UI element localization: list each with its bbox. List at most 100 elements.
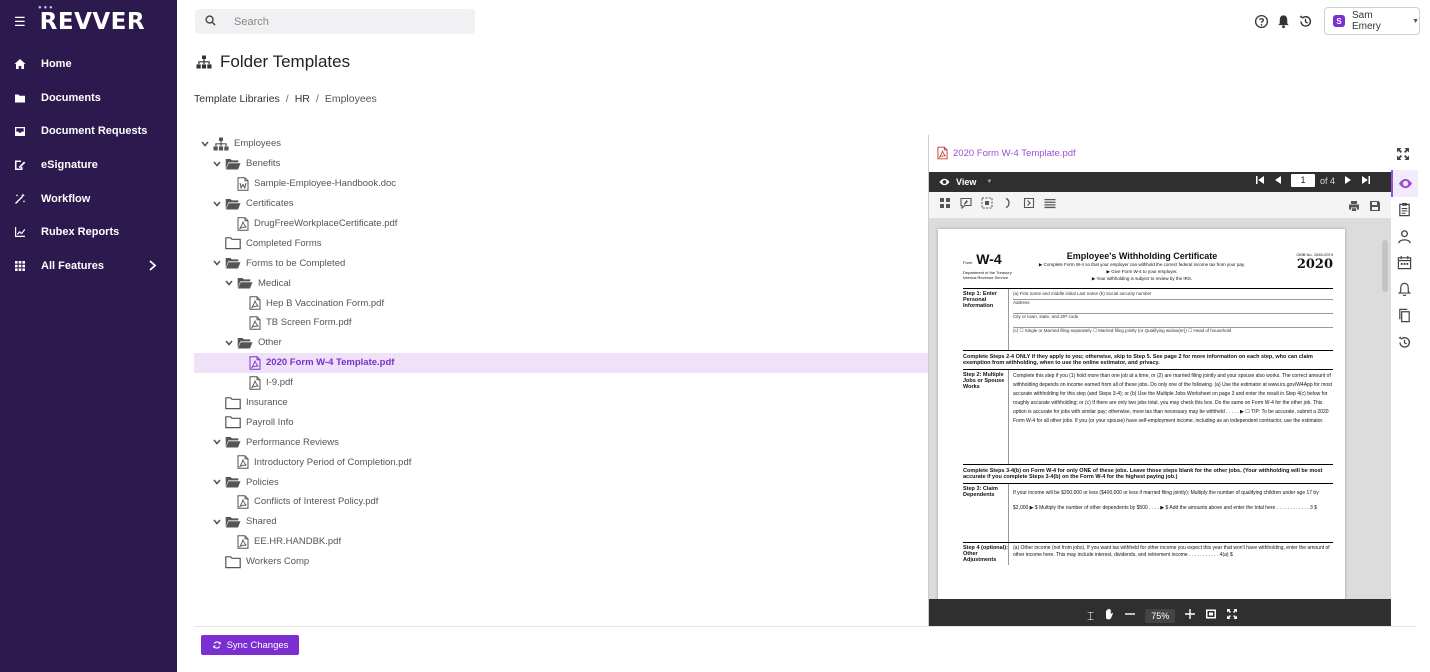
chevron-down-icon[interactable] [224,338,234,348]
expand-icon[interactable] [1396,147,1410,166]
w4-step4: Step 4 (optional): Other Adjustments (a)… [963,543,1333,565]
chevron-down-icon[interactable] [212,159,222,169]
tree-row-performance-reviews[interactable]: Performance Reviews [194,432,928,452]
select-area-icon[interactable] [981,196,993,214]
thumbnails-icon[interactable] [939,196,951,214]
last-page-icon[interactable] [1361,175,1371,187]
tree-row-shared[interactable]: Shared [194,512,928,532]
app-logo[interactable]: ••• REVVER [38,4,145,35]
page-number-input[interactable]: 1 [1291,174,1315,187]
tree-row-conflicts-of-interest[interactable]: Conflicts of Interest Policy.pdf [194,492,928,512]
w4-step2-body: Complete this step if you (1) hold more … [1008,370,1333,464]
document-canvas[interactable]: Form W-4 Department of the Treasury Inte… [929,218,1391,599]
w4-sub3: ▶ Your withholding is subject to review … [1091,276,1193,281]
history-icon[interactable] [1298,14,1313,34]
bell-icon[interactable] [1276,14,1291,34]
history-button[interactable] [1391,329,1418,356]
tree-row-medical[interactable]: Medical [194,273,928,293]
scrollbar-thumb[interactable] [1382,240,1388,292]
sidebar-item-document-requests[interactable]: Document Requests [0,114,177,148]
tree-row-benefits[interactable]: Benefits [194,154,928,174]
redact-icon[interactable] [1002,196,1014,214]
tree-row-policies[interactable]: Policies [194,472,928,492]
document-scrollbar[interactable] [1381,224,1389,594]
tree-row-i9[interactable]: I-9.pdf [194,373,928,393]
preview-eye-button[interactable] [1391,170,1418,197]
tree-row-workers-comp[interactable]: Workers Comp [194,552,928,572]
copy-button[interactable] [1391,303,1418,330]
chevron-down-icon[interactable] [224,278,234,288]
chevron-down-icon[interactable] [212,477,222,487]
user-menu-button[interactable]: S Sam Emery ▼ [1324,7,1420,35]
tree-row-sample-employee-handbook[interactable]: Sample-Employee-Handbook.doc [194,174,928,194]
print-icon[interactable] [1348,199,1360,217]
sidebar: ☰ ••• REVVER Home Documents Document Requ… [0,0,177,672]
text-cursor-icon[interactable]: ⌶ [1087,609,1094,624]
line-chart-icon [14,226,26,238]
zoom-level[interactable]: 75% [1145,609,1176,623]
breadcrumb-item-template-libraries[interactable]: Template Libraries [194,93,280,105]
right-side-toolbar [1391,170,1418,356]
zoom-in-icon[interactable] [1184,607,1196,625]
w4-para2: Complete Steps 3-4(b) on Form W-4 for on… [963,465,1333,484]
fit-page-icon[interactable] [1205,607,1217,625]
tree-row-ee-hr-handbk[interactable]: EE.HR.HANDBK.pdf [194,532,928,552]
tree-row-forms-to-be-completed[interactable]: Forms to be Completed [194,253,928,273]
tree-row-introductory-period[interactable]: Introductory Period of Completion.pdf [194,452,928,472]
sidebar-item-label: Document Requests [41,125,148,138]
breadcrumb-separator: / [315,93,319,105]
tree-row-other[interactable]: Other [194,333,928,353]
notification-button[interactable] [1391,276,1418,303]
page-title: Folder Templates [196,52,350,72]
viewer-file-name: 2020 Form W-4 Template.pdf [953,147,1076,159]
folder-icon [225,415,241,429]
clipboard-button[interactable] [1391,197,1418,224]
chevron-down-icon[interactable] [212,258,222,268]
help-icon[interactable] [1254,14,1269,34]
tree-row-hep-b-vaccination-form[interactable]: Hep B Vaccination Form.pdf [194,293,928,313]
tree-row-label: Benefits [246,158,281,170]
tree-row-drugfree-certificate[interactable]: DrugFreeWorkplaceCertificate.pdf [194,214,928,234]
sync-changes-button[interactable]: Sync Changes [201,635,299,655]
chevron-down-icon[interactable] [212,437,222,447]
inbox-icon [14,125,26,137]
list-icon[interactable] [1044,196,1056,214]
prev-page-icon[interactable] [1273,175,1283,187]
save-icon[interactable] [1369,199,1381,217]
search-input[interactable] [234,15,454,28]
sidebar-item-esignature[interactable]: eSignature [0,148,177,182]
tree-row-2020-form-w4-template[interactable]: 2020 Form W-4 Template.pdf [194,352,928,373]
fullscreen-icon[interactable] [1226,607,1238,625]
page-title-text: Folder Templates [220,52,351,71]
folder-open-icon [225,475,241,489]
comment-icon[interactable] [960,196,972,214]
caret-down-icon: ▼ [1412,17,1419,25]
view-dropdown[interactable]: View ▼ [939,177,992,187]
tree-row-insurance[interactable]: Insurance [194,393,928,413]
tree-row-tb-screen-form[interactable]: TB Screen Form.pdf [194,313,928,333]
view-label: View [956,177,977,187]
next-page-icon[interactable] [1343,175,1353,187]
user-button[interactable] [1391,223,1418,250]
first-page-icon[interactable] [1255,175,1265,187]
tree-row-certificates[interactable]: Certificates [194,194,928,214]
calendar-button[interactable] [1391,250,1418,277]
zoom-out-icon[interactable] [1124,607,1136,625]
tree-row-completed-forms[interactable]: Completed Forms [194,233,928,253]
sidebar-item-workflow[interactable]: Workflow [0,182,177,216]
breadcrumb-item-hr[interactable]: HR [295,93,310,105]
w4-title: Employee's Withholding Certificate [1066,251,1218,261]
hand-pan-icon[interactable] [1103,607,1115,625]
chevron-down-icon[interactable] [212,199,222,209]
pdf-file-icon [249,296,261,310]
hamburger-menu-icon[interactable]: ☰ [14,14,26,30]
sidebar-item-home[interactable]: Home [0,47,177,81]
sidebar-item-rubex-reports[interactable]: Rubex Reports [0,215,177,249]
sidebar-item-all-features[interactable]: All Features [0,249,177,283]
tree-row-employees[interactable]: Employees [194,134,928,154]
chevron-down-icon[interactable] [212,517,222,527]
sidebar-item-documents[interactable]: Documents [0,81,177,115]
chevron-down-icon[interactable] [200,139,210,149]
tree-row-payroll-info[interactable]: Payroll Info [194,412,928,432]
form-field-icon[interactable] [1023,196,1035,214]
